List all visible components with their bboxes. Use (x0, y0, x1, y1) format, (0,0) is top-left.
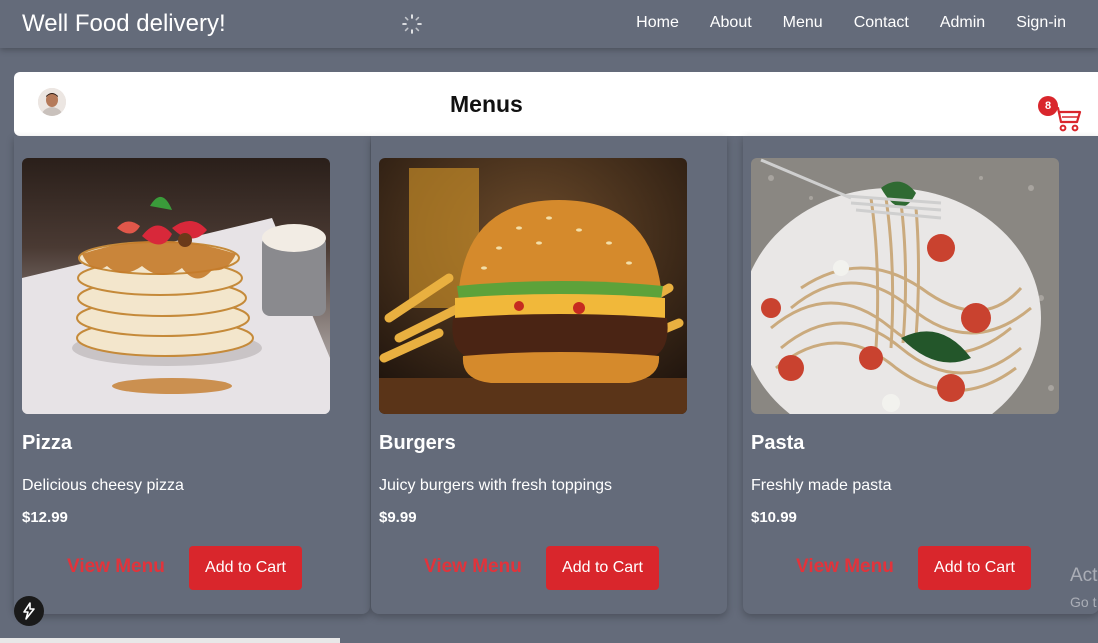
item-price: $12.99 (22, 509, 68, 526)
item-price: $9.99 (379, 509, 417, 526)
navbar: Well Food delivery! Home About Menu Cont… (0, 0, 1098, 48)
item-description: Juicy burgers with fresh toppings (379, 477, 612, 494)
shopping-cart-icon (1052, 106, 1082, 132)
nav-contact[interactable]: Contact (854, 14, 909, 32)
bottom-scroll-strip (0, 638, 340, 643)
view-menu-link[interactable]: View Menu (424, 556, 522, 578)
menu-card-pizza: Pizza Delicious cheesy pizza $12.99 View… (14, 136, 370, 614)
watermark-line-1: Act (1070, 565, 1098, 586)
watermark-line-2: Go t (1070, 594, 1097, 610)
item-description: Delicious cheesy pizza (22, 477, 184, 494)
nav-menu[interactable]: Menu (783, 14, 823, 32)
pasta-image (751, 158, 1059, 414)
burger-image (379, 158, 687, 414)
view-menu-link[interactable]: View Menu (67, 556, 165, 578)
add-to-cart-button[interactable]: Add to Cart (546, 546, 659, 590)
menus-header-bar: Menus 8 (14, 72, 1098, 136)
brand-title[interactable]: Well Food delivery! (22, 10, 226, 38)
pizza-image (22, 158, 330, 414)
add-to-cart-button[interactable]: Add to Cart (918, 546, 1031, 590)
nav-about[interactable]: About (710, 14, 752, 32)
item-description: Freshly made pasta (751, 477, 892, 494)
activation-watermark: Act Go t (1070, 563, 1097, 615)
menu-card-pasta: Pasta Freshly made pasta $10.99 View Men… (743, 136, 1098, 614)
cart-button[interactable]: 8 (1038, 94, 1082, 134)
menu-card-burgers: Burgers Juicy burgers with fresh topping… (371, 136, 727, 614)
loading-spinner-icon (402, 14, 422, 34)
page-title: Menus (450, 91, 523, 117)
item-title: Pasta (751, 432, 805, 454)
nav-admin[interactable]: Admin (940, 14, 985, 32)
user-avatar[interactable] (38, 88, 66, 116)
nav-links: Home About Menu Contact Admin Sign-in (636, 14, 1066, 32)
item-title: Pizza (22, 432, 73, 454)
add-to-cart-button[interactable]: Add to Cart (189, 546, 302, 590)
item-title: Burgers (379, 432, 456, 454)
nav-sign-in[interactable]: Sign-in (1016, 14, 1066, 32)
lightning-bolt-icon[interactable] (14, 596, 44, 626)
nav-home[interactable]: Home (636, 14, 679, 32)
view-menu-link[interactable]: View Menu (796, 556, 894, 578)
item-price: $10.99 (751, 509, 797, 526)
